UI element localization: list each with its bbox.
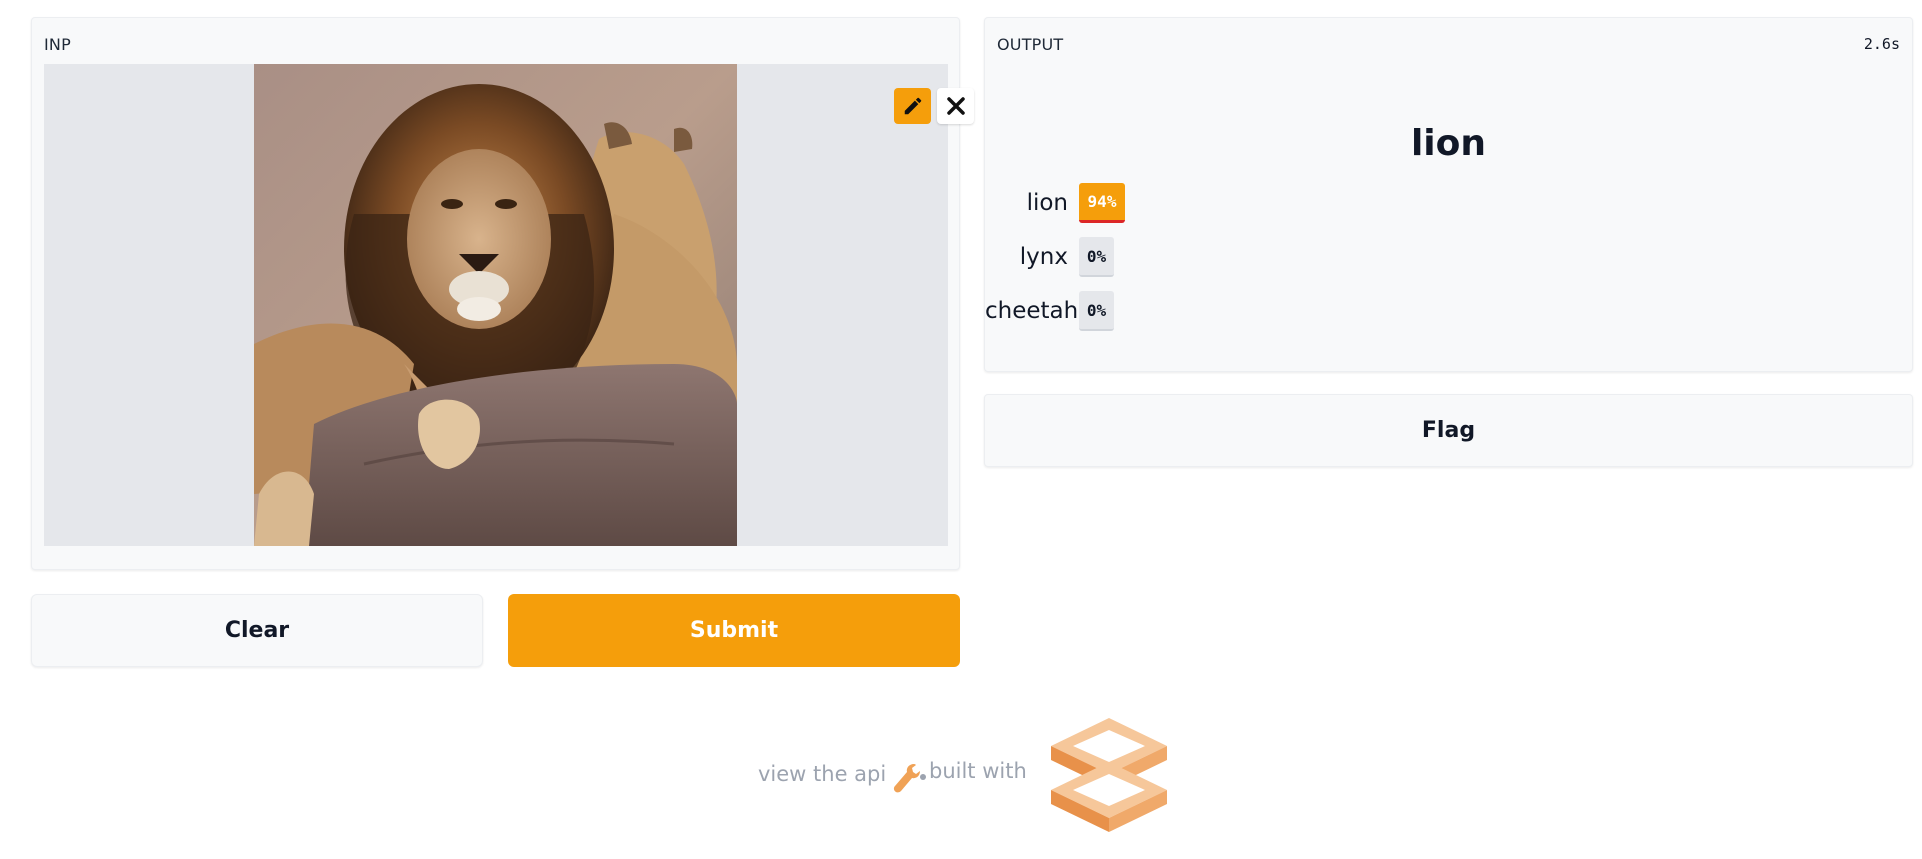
confidence-row: lynx 0% (985, 237, 1114, 277)
confidence-label: lion (1026, 190, 1068, 216)
image-display[interactable] (44, 64, 948, 546)
view-api-link[interactable]: view the api (758, 762, 886, 786)
remove-image-button[interactable] (937, 88, 974, 124)
close-icon (946, 97, 965, 115)
built-with-text: built with (929, 759, 1027, 783)
edit-button[interactable] (894, 88, 931, 124)
confidence-label: cheetah (985, 298, 1079, 324)
output-panel: OUTPUT 2.6s lion lion 94% lynx 0% cheeta… (984, 17, 1913, 372)
confidence-bar: 0% (1079, 237, 1114, 277)
gradio-logo[interactable] (1049, 716, 1169, 834)
confidence-label: lynx (1019, 244, 1068, 270)
confidence-bar: 0% (1079, 291, 1114, 331)
separator-dot (920, 774, 926, 780)
input-label: INP (44, 35, 71, 54)
output-label: OUTPUT (997, 35, 1064, 54)
lion-image (254, 64, 737, 546)
flag-button[interactable]: Flag (984, 394, 1913, 467)
footer: view the api built with (0, 716, 1922, 836)
confidence-row: lion 94% (985, 183, 1125, 223)
wrench-icon (893, 764, 920, 793)
timer: 2.6s (1863, 35, 1900, 53)
confidence-bar: 94% (1079, 183, 1125, 223)
input-panel: INP (31, 17, 974, 570)
clear-button[interactable]: Clear (31, 594, 483, 667)
confidence-row: cheetah 0% (985, 291, 1114, 331)
submit-button[interactable]: Submit (508, 594, 960, 667)
pencil-icon (904, 97, 921, 115)
predicted-label: lion (1410, 123, 1487, 164)
